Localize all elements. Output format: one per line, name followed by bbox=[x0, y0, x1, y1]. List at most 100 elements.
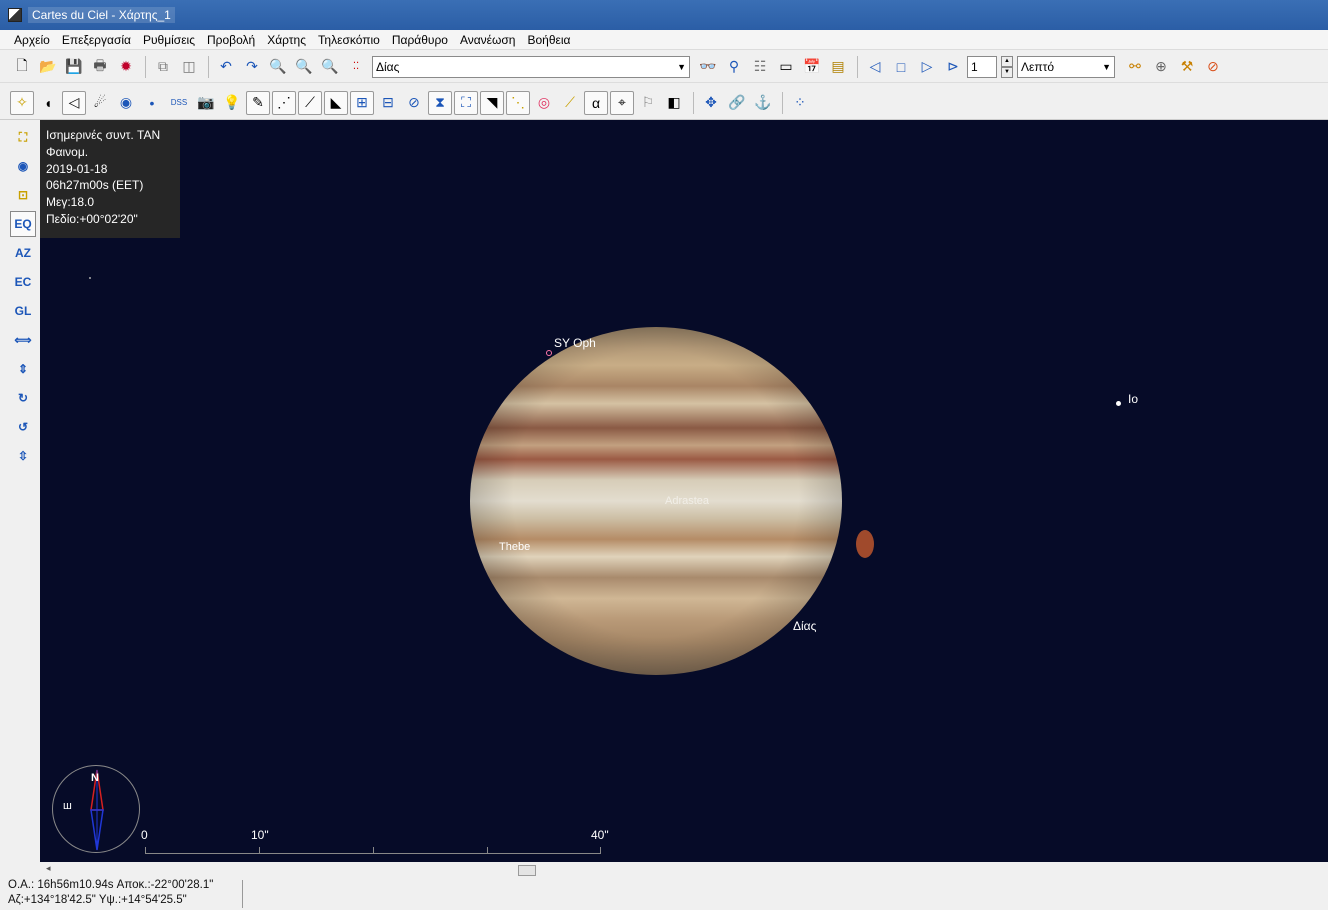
scope-icon[interactable]: ⛶ bbox=[10, 124, 36, 150]
rotate-left-icon[interactable]: ↺ bbox=[10, 414, 36, 440]
nebula-icon[interactable]: ◖ bbox=[36, 91, 60, 115]
menu-settings[interactable]: Ρυθμίσεις bbox=[137, 33, 201, 47]
faint-star[interactable] bbox=[89, 277, 91, 279]
spin-down-icon[interactable]: ▼ bbox=[1001, 66, 1013, 78]
label-sy-oph[interactable]: SY Oph bbox=[554, 336, 596, 350]
step-forward-icon[interactable]: ⊳ bbox=[941, 55, 965, 79]
frame-icon[interactable]: ⛶ bbox=[454, 90, 478, 115]
horizontal-scrollbar[interactable]: ◂ bbox=[40, 862, 1328, 878]
bulb-icon[interactable]: 💡 bbox=[220, 91, 244, 115]
label-io[interactable]: Io bbox=[1128, 392, 1138, 406]
menu-update[interactable]: Ανανέωση bbox=[454, 33, 522, 47]
constellation-boundary-icon[interactable]: ⟋ bbox=[298, 90, 322, 115]
invert-icon[interactable]: ◧ bbox=[662, 91, 686, 115]
step-back-icon[interactable]: ◁ bbox=[863, 55, 887, 79]
link-icon[interactable]: 🔗 bbox=[725, 91, 749, 115]
galactic-button[interactable]: GL bbox=[10, 298, 36, 324]
print-icon[interactable]: 🖶 bbox=[88, 55, 112, 79]
play-icon[interactable]: ▷ bbox=[915, 55, 939, 79]
dss-button[interactable]: DSS bbox=[166, 91, 192, 115]
star-icon[interactable]: ✧ bbox=[10, 90, 34, 115]
menu-telescope[interactable]: Τηλεσκόπιο bbox=[312, 33, 386, 47]
altaz-button[interactable]: AZ bbox=[10, 240, 36, 266]
settings-gear-icon[interactable]: ✹ bbox=[114, 55, 138, 79]
constellation-lines-icon[interactable]: ⋰ bbox=[272, 90, 296, 115]
time-unit-select[interactable]: Λεπτό ▼ bbox=[1017, 55, 1115, 78]
telescope-icon[interactable]: ⚯ bbox=[1123, 55, 1147, 79]
scale-label-0: 0 bbox=[141, 828, 148, 842]
spin-up-icon[interactable]: ▲ bbox=[1001, 55, 1013, 67]
ecliptic-button[interactable]: EC bbox=[10, 269, 36, 295]
menu-edit[interactable]: Επεξεργασία bbox=[56, 33, 137, 47]
label-thebe[interactable]: Thebe bbox=[499, 541, 530, 553]
flip-vertical-icon[interactable]: ⇕ bbox=[10, 356, 36, 382]
chevron-down-icon[interactable]: ▼ bbox=[1102, 62, 1111, 72]
jupiter-planet-image[interactable] bbox=[470, 327, 842, 675]
ecliptic-icon[interactable]: ⋱ bbox=[506, 90, 530, 115]
anchor-icon[interactable]: ⚓ bbox=[751, 91, 775, 115]
scroll-thumb[interactable] bbox=[518, 865, 536, 876]
save-icon[interactable]: 💾 bbox=[62, 55, 86, 79]
galaxy-icon[interactable]: ◉ bbox=[114, 91, 138, 115]
undo-icon[interactable]: ↶ bbox=[214, 55, 238, 79]
io-dot[interactable] bbox=[1116, 401, 1121, 406]
menu-view[interactable]: Προβολή bbox=[201, 33, 261, 47]
close-red-icon[interactable]: ⊘ bbox=[1201, 55, 1225, 79]
ruler-icon[interactable]: ⟋ bbox=[558, 91, 582, 115]
redo-icon[interactable]: ↷ bbox=[240, 55, 264, 79]
target-icon[interactable]: ⊕ bbox=[1149, 55, 1173, 79]
globe-icon[interactable]: ◉ bbox=[10, 153, 36, 179]
equatorial-button[interactable]: EQ bbox=[10, 211, 36, 237]
pointer-icon[interactable]: ◁ bbox=[62, 90, 86, 115]
chart-settings-icon[interactable]: ⊡ bbox=[10, 182, 36, 208]
label-adrastea[interactable]: Adrastea bbox=[665, 495, 709, 507]
open-folder-icon[interactable]: 📂 bbox=[36, 55, 60, 79]
menu-chart[interactable]: Χάρτης bbox=[261, 33, 312, 47]
calendar-icon[interactable]: 📅 bbox=[800, 55, 824, 79]
dot-icon[interactable]: • bbox=[140, 91, 164, 115]
label-icon[interactable]: ⌖ bbox=[610, 90, 634, 115]
list-icon[interactable]: ☷ bbox=[748, 55, 772, 79]
zoom-in-icon[interactable]: 🔍 bbox=[266, 55, 290, 79]
time-step-input[interactable]: 1 bbox=[967, 55, 997, 78]
menu-help[interactable]: Βοήθεια bbox=[521, 33, 576, 47]
scroll-left-icon[interactable]: ◂ bbox=[46, 863, 51, 874]
flip-horizontal-icon[interactable]: ⟺ bbox=[10, 327, 36, 353]
comet-icon[interactable]: ☄ bbox=[88, 91, 112, 115]
pencil-icon[interactable]: ✎ bbox=[246, 90, 270, 115]
new-file-icon[interactable]: 🗋 bbox=[10, 55, 34, 79]
bullseye-icon[interactable]: ◎ bbox=[532, 91, 556, 115]
camera-icon[interactable]: 📷 bbox=[194, 91, 218, 115]
rotate-right-icon[interactable]: ↻ bbox=[10, 385, 36, 411]
search-user-icon[interactable]: ⚲ bbox=[722, 55, 746, 79]
horizon-icon[interactable]: ◥ bbox=[480, 90, 504, 115]
move-icon[interactable]: ✥ bbox=[699, 91, 723, 115]
zoom-field-icon[interactable]: 🔍 bbox=[318, 55, 342, 79]
label-jupiter[interactable]: Δίας bbox=[793, 619, 816, 633]
screen-icon[interactable]: ▭ bbox=[774, 55, 798, 79]
hourglass-icon[interactable]: ⧗ bbox=[428, 90, 452, 115]
binoculars-icon[interactable]: 👓 bbox=[696, 55, 720, 79]
tile-windows-icon[interactable]: ◫ bbox=[177, 55, 201, 79]
grid-labels-icon[interactable]: ⊟ bbox=[376, 91, 400, 115]
grid-icon[interactable]: ⊞ bbox=[350, 90, 374, 115]
stop-icon[interactable]: □ bbox=[889, 55, 913, 79]
vertical-arrows-icon[interactable]: ⇳ bbox=[10, 443, 36, 469]
flag-icon[interactable]: ⚐ bbox=[636, 91, 660, 115]
chevron-down-icon[interactable]: ▼ bbox=[677, 62, 686, 72]
time-step-spinner[interactable]: ▲ ▼ bbox=[1001, 55, 1013, 78]
search-object-combo[interactable]: Δίας ▼ bbox=[372, 55, 690, 78]
zoom-out-icon[interactable]: 🔍 bbox=[292, 55, 316, 79]
compass-rose-icon[interactable]: ⊘ bbox=[402, 91, 426, 115]
new-window-icon[interactable]: ⧉ bbox=[151, 55, 175, 79]
alpha-button[interactable]: α bbox=[584, 90, 608, 115]
tools-icon[interactable]: ⚒ bbox=[1175, 55, 1199, 79]
planets-icon[interactable]: ⁘ bbox=[788, 91, 812, 115]
chart-list-icon[interactable]: ▤ bbox=[826, 55, 850, 79]
star-marker[interactable] bbox=[546, 350, 552, 356]
menu-window[interactable]: Παράθυρο bbox=[386, 33, 454, 47]
sky-chart[interactable]: Ισημερινές συντ. TAN Φαινομ. 2019-01-18 … bbox=[40, 120, 1328, 862]
menu-file[interactable]: Αρχείο bbox=[8, 33, 56, 47]
field-dots-icon[interactable]: ⁚⁚ bbox=[344, 55, 368, 79]
milky-way-icon[interactable]: ◣ bbox=[324, 90, 348, 115]
